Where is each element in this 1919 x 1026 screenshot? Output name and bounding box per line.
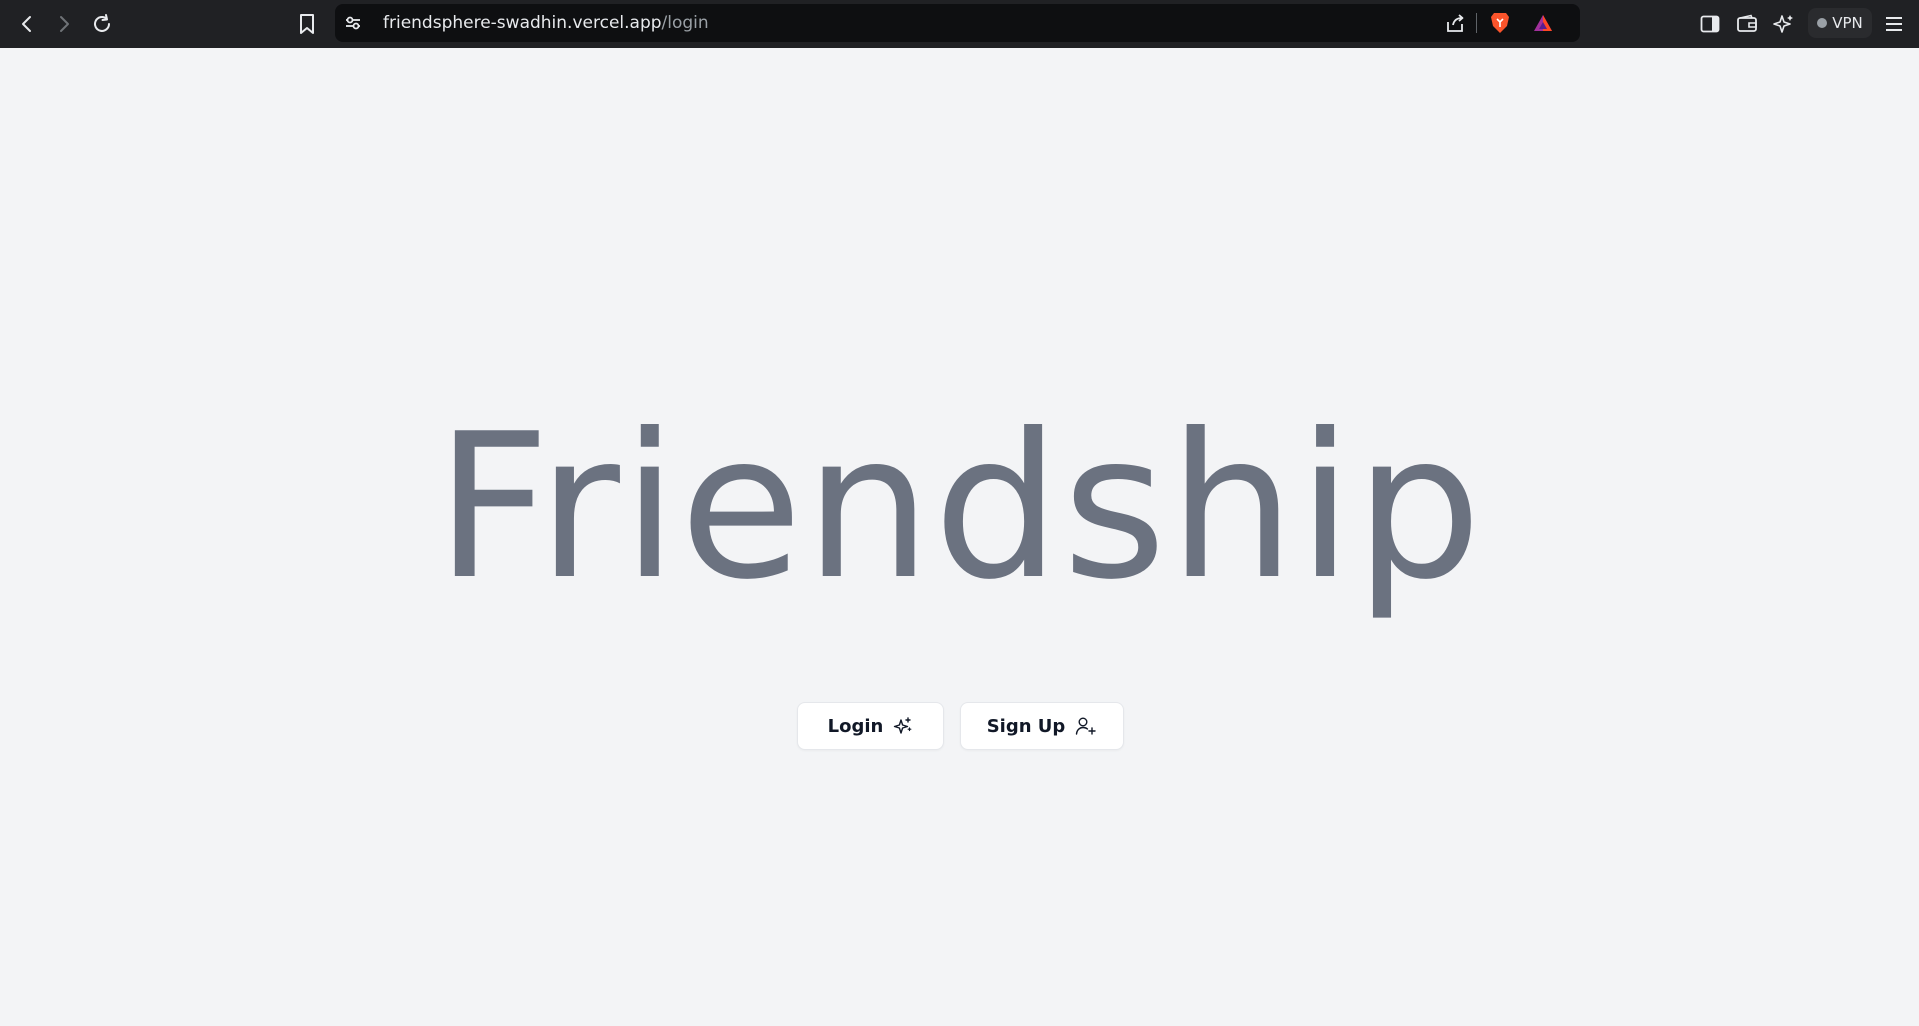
user-plus-icon: [1076, 717, 1096, 735]
share-icon: [1447, 14, 1464, 32]
menu-button[interactable]: [1878, 8, 1910, 40]
bookmark-icon: [300, 14, 314, 34]
brave-rewards-icon: [1534, 15, 1552, 31]
browser-toolbar: friendsphere-swadhin.vercel.app/login VP…: [0, 0, 1919, 48]
menu-icon: [1886, 17, 1902, 31]
site-settings-icon: [346, 16, 360, 30]
address-bar[interactable]: friendsphere-swadhin.vercel.app/login: [335, 4, 1580, 42]
sparkles-icon: [894, 717, 912, 734]
url-text[interactable]: friendsphere-swadhin.vercel.app/login: [383, 4, 709, 42]
url-path: /login: [661, 13, 709, 33]
reload-button[interactable]: [86, 8, 118, 40]
wallet-icon: [1737, 14, 1757, 32]
reload-icon: [94, 14, 110, 32]
leo-ai-button[interactable]: [1768, 8, 1800, 40]
back-icon: [22, 16, 31, 32]
vpn-button[interactable]: VPN: [1808, 8, 1872, 38]
sidebar-icon: [1700, 15, 1720, 33]
forward-icon: [60, 16, 69, 32]
vpn-status-icon: [1817, 18, 1828, 28]
brave-shield-button[interactable]: [1484, 7, 1516, 39]
vpn-label: VPN: [1832, 14, 1863, 32]
page-content: Friendship Login Sign Up: [0, 48, 1919, 1026]
signup-button[interactable]: Sign Up: [960, 702, 1124, 750]
share-button[interactable]: [1439, 7, 1471, 39]
divider: [1476, 13, 1477, 33]
login-button-label: Login: [827, 715, 884, 737]
back-button[interactable]: [11, 8, 43, 40]
forward-button[interactable]: [48, 8, 80, 40]
signup-button-label: Sign Up: [986, 715, 1066, 737]
brave-rewards-button[interactable]: [1527, 7, 1559, 39]
bookmark-button[interactable]: [291, 8, 323, 40]
leo-ai-icon: [1773, 15, 1793, 33]
site-settings-button[interactable]: [337, 7, 369, 39]
brave-shield-icon: [1491, 13, 1509, 33]
url-host: friendsphere-swadhin.vercel.app: [383, 13, 662, 33]
hero-title: Friendship: [435, 391, 1484, 624]
sidebar-button[interactable]: [1694, 8, 1726, 40]
login-button[interactable]: Login: [797, 702, 944, 750]
wallet-button[interactable]: [1731, 8, 1763, 40]
